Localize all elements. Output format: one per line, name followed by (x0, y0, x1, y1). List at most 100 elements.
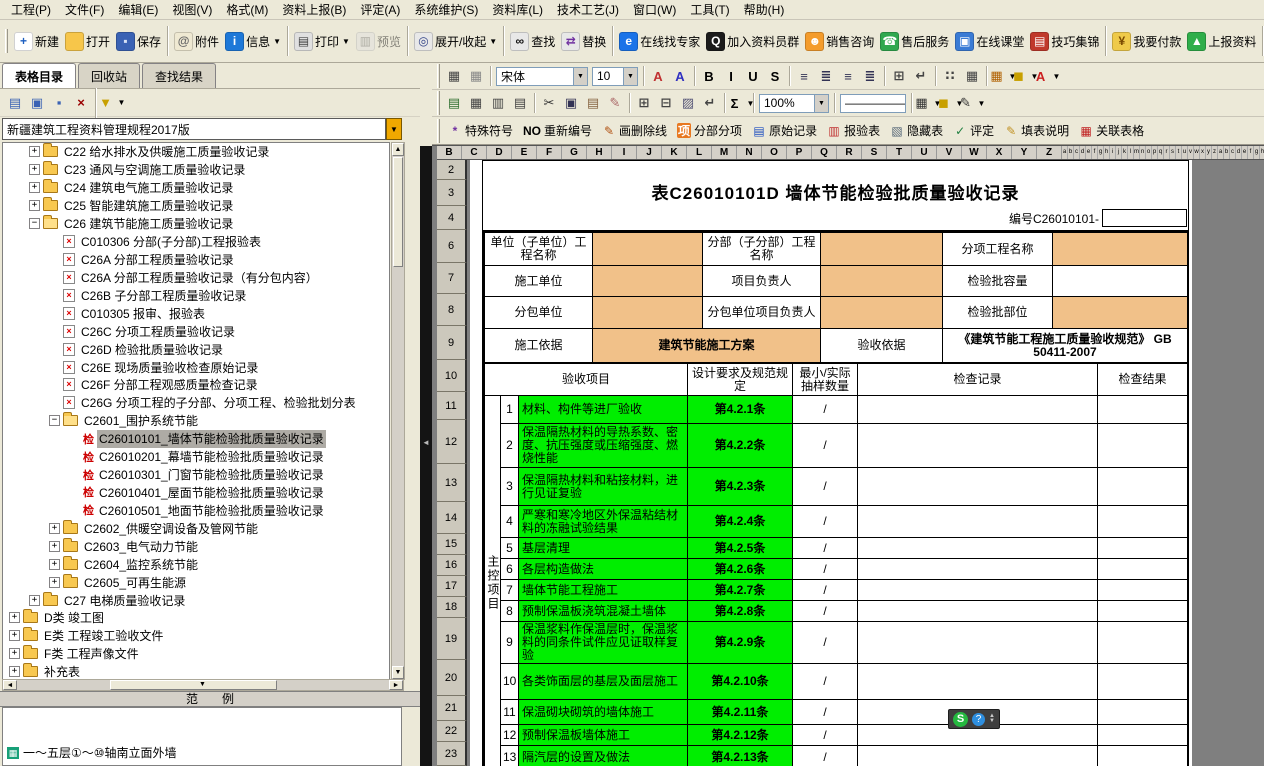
menu-item[interactable]: 文件(F) (58, 0, 111, 20)
sample-qty-cell[interactable]: / (793, 506, 858, 538)
toolbar-button-align-center[interactable]: ≣ (816, 66, 836, 86)
regulation-combo-value[interactable]: 新疆建筑工程资料管理规程2017版 (2, 118, 386, 140)
toolbar-button-qq-group[interactable]: Q加入资料员群 (703, 30, 802, 53)
toolbar-button-new-doc[interactable]: +新建 (11, 30, 62, 53)
sample-qty-cell[interactable]: / (793, 601, 858, 622)
line-style-combo[interactable]: ——————▼ (840, 94, 906, 113)
dropdown-arrow-icon[interactable]: ▼ (623, 68, 637, 85)
tree-item[interactable]: +F类 工程声像文件 (3, 645, 389, 663)
toolbar-button-table-pencil[interactable]: ▦ (466, 66, 486, 86)
action-button-strikeline[interactable]: ✎画删除线 (602, 122, 667, 139)
tree-item[interactable]: −C2601_围护系统节能 (3, 412, 389, 430)
menu-item[interactable]: 视图(V) (165, 0, 219, 20)
expand-icon[interactable]: + (49, 577, 60, 588)
s-logo-icon[interactable]: S (953, 712, 968, 727)
font-size-combo[interactable]: 10▼ (592, 67, 638, 86)
action-button-pingding[interactable]: ✓评定 (953, 122, 994, 139)
toolbar-button-cell-shade[interactable]: ▨ (678, 93, 698, 113)
toolbar-button-strike[interactable]: S (765, 66, 785, 86)
tree-item[interactable]: 检C26010501_地面节能检验批质量验收记录 (3, 501, 389, 519)
column-header[interactable]: O (762, 146, 787, 159)
action-button-baoyan[interactable]: ▥报验表 (827, 122, 880, 139)
toolbar-button-split-cells[interactable]: ⊟ (656, 93, 676, 113)
info-value-cell[interactable] (821, 266, 943, 297)
scrollbar-thumb[interactable] (110, 680, 277, 690)
row-header[interactable]: 12 (437, 420, 467, 464)
check-result-cell[interactable] (1098, 559, 1188, 580)
row-header[interactable]: 16 (437, 555, 467, 576)
column-header[interactable]: T (887, 146, 912, 159)
check-result-cell[interactable] (1098, 468, 1188, 506)
tree-item[interactable]: ×C26A 分部工程质量验收记录 (3, 251, 389, 269)
document-number-input[interactable] (1102, 209, 1187, 227)
sidebar-tab-0[interactable]: 表格目录 (2, 63, 76, 88)
column-header[interactable]: H (587, 146, 612, 159)
check-result-cell[interactable] (1098, 664, 1188, 700)
toolbar-button-printer[interactable]: ▤打印▼ (291, 30, 353, 53)
toolbar-button-search[interactable]: ∞查找 (507, 30, 558, 53)
vertical-splitter[interactable]: ◄ (420, 146, 432, 766)
toolbar-button-attachment[interactable]: @附件 (171, 30, 222, 53)
row-header[interactable]: 15 (437, 534, 467, 555)
column-header[interactable]: Y (1012, 146, 1037, 159)
check-result-cell[interactable] (1098, 725, 1188, 746)
check-result-cell[interactable] (1098, 506, 1188, 538)
action-button-fillnote[interactable]: ✎填表说明 (1004, 122, 1069, 139)
row-header[interactable]: 22 (437, 721, 467, 742)
toolbar-button-row-ops[interactable]: ▤ (510, 93, 530, 113)
dropdown-arrow-icon[interactable]: ▼ (342, 37, 350, 46)
scroll-left-icon[interactable]: ◄ (3, 680, 17, 690)
tree-item[interactable]: +C2604_监控系统节能 (3, 555, 389, 573)
dropdown-arrow-icon[interactable]: ▼ (118, 98, 126, 107)
tree-item[interactable]: ×C010305 报审、报验表 (3, 304, 389, 322)
row-header[interactable]: 11 (437, 392, 467, 420)
tree-item[interactable]: ×C26B 子分部工程质量验收记录 (3, 286, 389, 304)
expand-icon[interactable]: + (9, 648, 20, 659)
row-header[interactable]: 10 (437, 360, 467, 392)
tree-item[interactable]: ×C26D 检验批质量验收记录 (3, 340, 389, 358)
info-value-cell[interactable] (1053, 297, 1188, 329)
expand-icon[interactable]: + (49, 541, 60, 552)
toolbar-button-underline[interactable]: U (743, 66, 763, 86)
tree-toolbar-button-tt-copy[interactable]: ▣ (27, 93, 47, 113)
tree-toolbar-button-tt-new[interactable]: ▤ (5, 93, 25, 113)
sample-qty-cell[interactable]: / (793, 424, 858, 468)
check-record-cell[interactable] (858, 468, 1098, 506)
row-header[interactable]: 19 (437, 618, 467, 660)
menu-item[interactable]: 工具(T) (683, 0, 736, 20)
tree-horizontal-scrollbar[interactable]: ◄ ▼ ► (2, 679, 404, 691)
check-record-cell[interactable] (858, 746, 1098, 766)
menu-item[interactable]: 资料上报(B) (275, 0, 353, 20)
menu-item[interactable]: 资料库(L) (485, 0, 550, 20)
zoom-combo[interactable]: 100%▼ (759, 94, 829, 113)
menu-item[interactable]: 窗口(W) (626, 0, 683, 20)
column-header[interactable]: X (987, 146, 1012, 159)
toolbar-button-save-disk[interactable]: ▪保存 (113, 30, 164, 53)
scroll-right-icon[interactable]: ► (389, 680, 403, 690)
column-header[interactable]: K (662, 146, 687, 159)
action-button-special[interactable]: *特殊符号 (448, 122, 513, 139)
expand-icon[interactable]: + (29, 146, 40, 157)
toolbar-button-support[interactable]: ☎售后服务 (877, 30, 952, 53)
dropdown-arrow-icon[interactable]: ▼ (573, 68, 587, 85)
info-value-cell[interactable] (593, 297, 703, 329)
toolbar-grip[interactable] (437, 64, 440, 88)
check-result-cell[interactable] (1098, 424, 1188, 468)
row-header[interactable]: 7 (437, 263, 467, 294)
tree-vertical-scrollbar[interactable]: ▲ ▼ (391, 142, 405, 680)
action-button-hidetab[interactable]: ▧隐藏表 (890, 122, 943, 139)
tree-toolbar-button-tt-save[interactable]: ▪ (49, 93, 69, 113)
column-header[interactable]: F (537, 146, 562, 159)
dropdown-arrow-icon[interactable]: ▼ (978, 99, 986, 108)
dropdown-arrow-icon[interactable]: ▼ (489, 37, 497, 46)
tree-toolbar-button-tt-filter[interactable]: ▼▼ (100, 93, 120, 113)
row-header[interactable]: 14 (437, 502, 467, 534)
toolbar-button-magnifier[interactable]: ◎展开/收起▼ (411, 30, 500, 53)
tree-toolbar-button-tt-del[interactable]: × (71, 93, 91, 113)
toolbar-button-wrap-text[interactable]: ↵ (700, 93, 720, 113)
toolbar-button-info[interactable]: i信息▼ (222, 30, 284, 53)
toolbar-button-list[interactable]: ∷ (940, 66, 960, 86)
toolbar-button-table-grid[interactable]: ▦ (444, 66, 464, 86)
column-header[interactable]: D (487, 146, 512, 159)
menu-item[interactable]: 技术工艺(J) (550, 0, 626, 20)
